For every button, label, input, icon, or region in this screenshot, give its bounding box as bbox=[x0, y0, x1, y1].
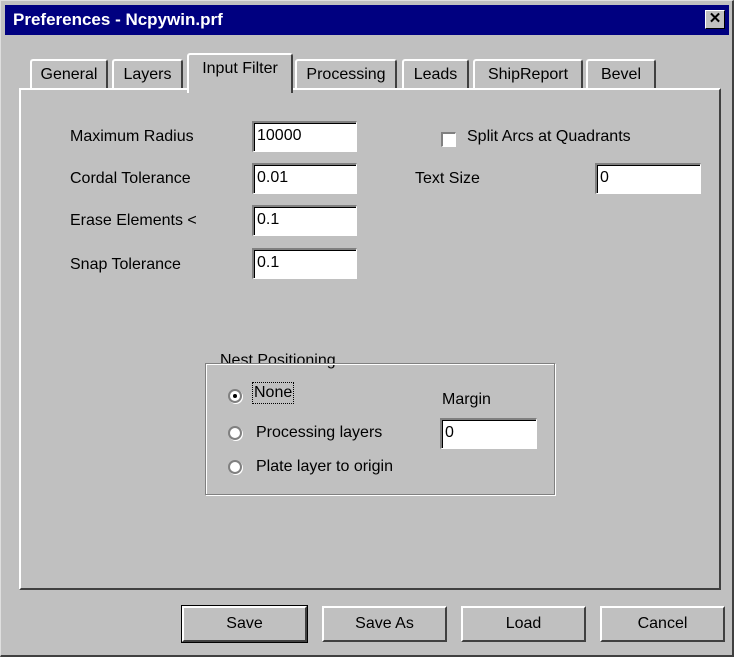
radio-none[interactable] bbox=[228, 389, 242, 403]
radio-none-label[interactable]: None bbox=[251, 382, 295, 404]
snap-tolerance-label: Snap Tolerance bbox=[70, 256, 181, 273]
tab-input-filter[interactable]: Input Filter bbox=[187, 53, 293, 93]
erase-elements-label: Erase Elements < bbox=[70, 212, 197, 229]
snap-tolerance-input[interactable]: 0.1 bbox=[252, 248, 357, 279]
save-as-button[interactable]: Save As bbox=[322, 606, 447, 642]
load-button[interactable]: Load bbox=[461, 606, 586, 642]
maximum-radius-input[interactable]: 10000 bbox=[252, 121, 357, 152]
cordal-tolerance-input[interactable]: 0.01 bbox=[252, 163, 357, 194]
maximum-radius-label: Maximum Radius bbox=[70, 128, 194, 145]
tab-shipreport-label: ShipReport bbox=[487, 66, 569, 83]
tab-general[interactable]: General bbox=[30, 59, 108, 89]
preferences-dialog: Preferences - Ncpywin.prf ✕ General Laye… bbox=[0, 0, 734, 657]
tab-processing-label: Processing bbox=[306, 66, 386, 83]
tab-layers-label: Layers bbox=[123, 66, 172, 83]
margin-input[interactable]: 0 bbox=[440, 418, 537, 449]
text-size-label: Text Size bbox=[415, 170, 480, 187]
margin-label: Margin bbox=[442, 391, 491, 408]
tab-strip: General Layers Input Filter Processing L… bbox=[1, 1, 734, 101]
tab-leads-label: Leads bbox=[413, 66, 458, 83]
tab-bevel-label: Bevel bbox=[600, 66, 642, 83]
tab-processing[interactable]: Processing bbox=[295, 59, 397, 89]
tab-leads[interactable]: Leads bbox=[402, 59, 469, 89]
erase-elements-input[interactable]: 0.1 bbox=[252, 205, 357, 236]
radio-selected-dot bbox=[233, 394, 237, 398]
tab-input-filter-label: Input Filter bbox=[202, 60, 278, 77]
radio-plate-layer-to-origin[interactable] bbox=[228, 460, 242, 474]
split-arcs-checkbox[interactable] bbox=[441, 132, 456, 147]
save-button[interactable]: Save bbox=[181, 605, 308, 643]
tab-general-label: General bbox=[40, 66, 98, 83]
split-arcs-label: Split Arcs at Quadrants bbox=[467, 128, 631, 145]
tab-shipreport[interactable]: ShipReport bbox=[473, 59, 583, 89]
cancel-button[interactable]: Cancel bbox=[600, 606, 725, 642]
tab-bevel[interactable]: Bevel bbox=[586, 59, 656, 89]
radio-processing-layers-label[interactable]: Processing layers bbox=[256, 424, 382, 442]
radio-processing-layers[interactable] bbox=[228, 426, 242, 440]
text-size-input[interactable]: 0 bbox=[595, 163, 701, 194]
tab-layers[interactable]: Layers bbox=[112, 59, 183, 89]
cordal-tolerance-label: Cordal Tolerance bbox=[70, 170, 191, 187]
radio-plate-layer-to-origin-label[interactable]: Plate layer to origin bbox=[256, 458, 393, 476]
